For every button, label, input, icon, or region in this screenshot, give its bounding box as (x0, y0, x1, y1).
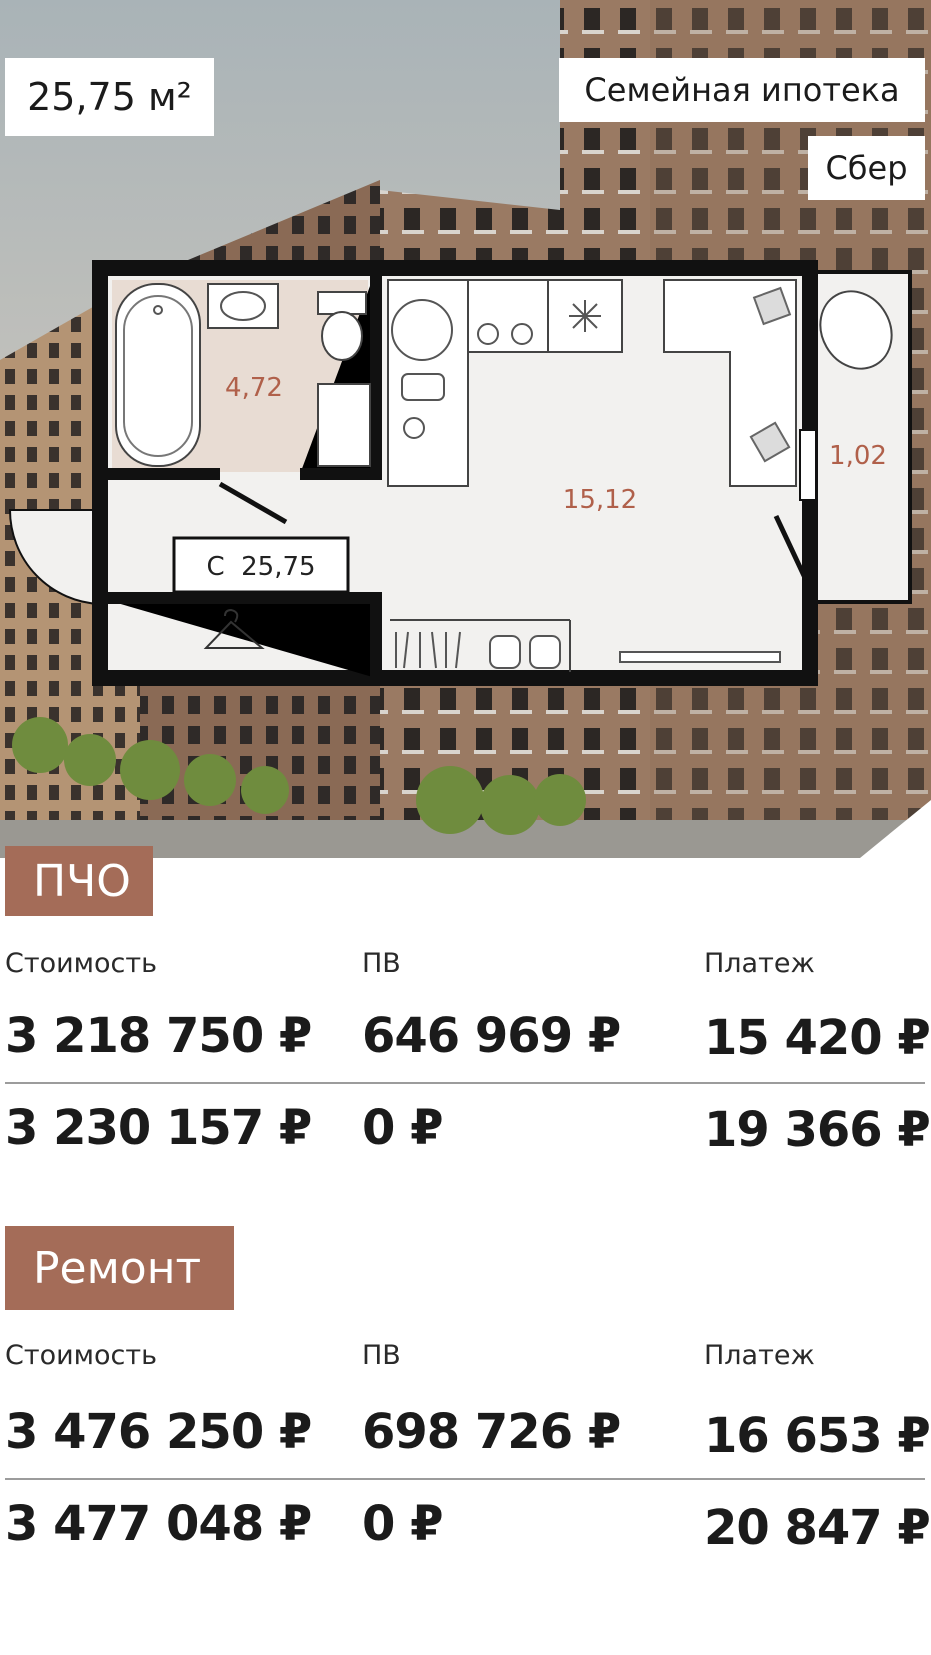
row-divider (5, 1082, 925, 1084)
down-payment-value: 0 ₽ (362, 1100, 444, 1156)
balcony-area-label: 1,02 (829, 441, 887, 471)
cost-label: Стоимость (5, 948, 158, 979)
payment-value: 16 653 ₽ (704, 1408, 931, 1464)
payment-label: Платеж (704, 1340, 815, 1371)
payment-value: 20 847 ₽ (704, 1500, 931, 1556)
down-payment-value: 698 726 ₽ (362, 1404, 621, 1460)
bathroom-area-label: 4,72 (225, 373, 283, 403)
section-title-renovation: Ремонт (5, 1226, 234, 1310)
cost-value: 3 476 250 ₽ (5, 1404, 312, 1460)
total-area-label: С 25,75 (206, 552, 315, 582)
payment-value: 19 366 ₽ (704, 1102, 931, 1158)
down-payment-label: ПВ (362, 1340, 401, 1371)
floorplan: 4,72 15,12 1,02 С 25,75 (8, 260, 912, 686)
section-title-pho: ПЧО (5, 846, 153, 916)
area-badge: 25,75 м² (5, 58, 214, 136)
payment-label: Платеж (704, 948, 815, 979)
cost-value: 3 230 157 ₽ (5, 1100, 312, 1156)
row-divider (5, 1478, 925, 1480)
down-payment-label: ПВ (362, 948, 401, 979)
room-area-label: 15,12 (563, 485, 637, 515)
mortgage-badge: Семейная ипотека (559, 58, 925, 122)
cost-value: 3 218 750 ₽ (5, 1008, 312, 1064)
payment-value: 15 420 ₽ (704, 1010, 931, 1066)
down-payment-value: 0 ₽ (362, 1496, 444, 1552)
cost-label: Стоимость (5, 1340, 158, 1371)
down-payment-value: 646 969 ₽ (362, 1008, 621, 1064)
cost-value: 3 477 048 ₽ (5, 1496, 312, 1552)
bank-badge: Сбер (808, 136, 925, 200)
hero-image: 4,72 15,12 1,02 С 25,75 25,75 м² Семейна… (0, 0, 931, 858)
